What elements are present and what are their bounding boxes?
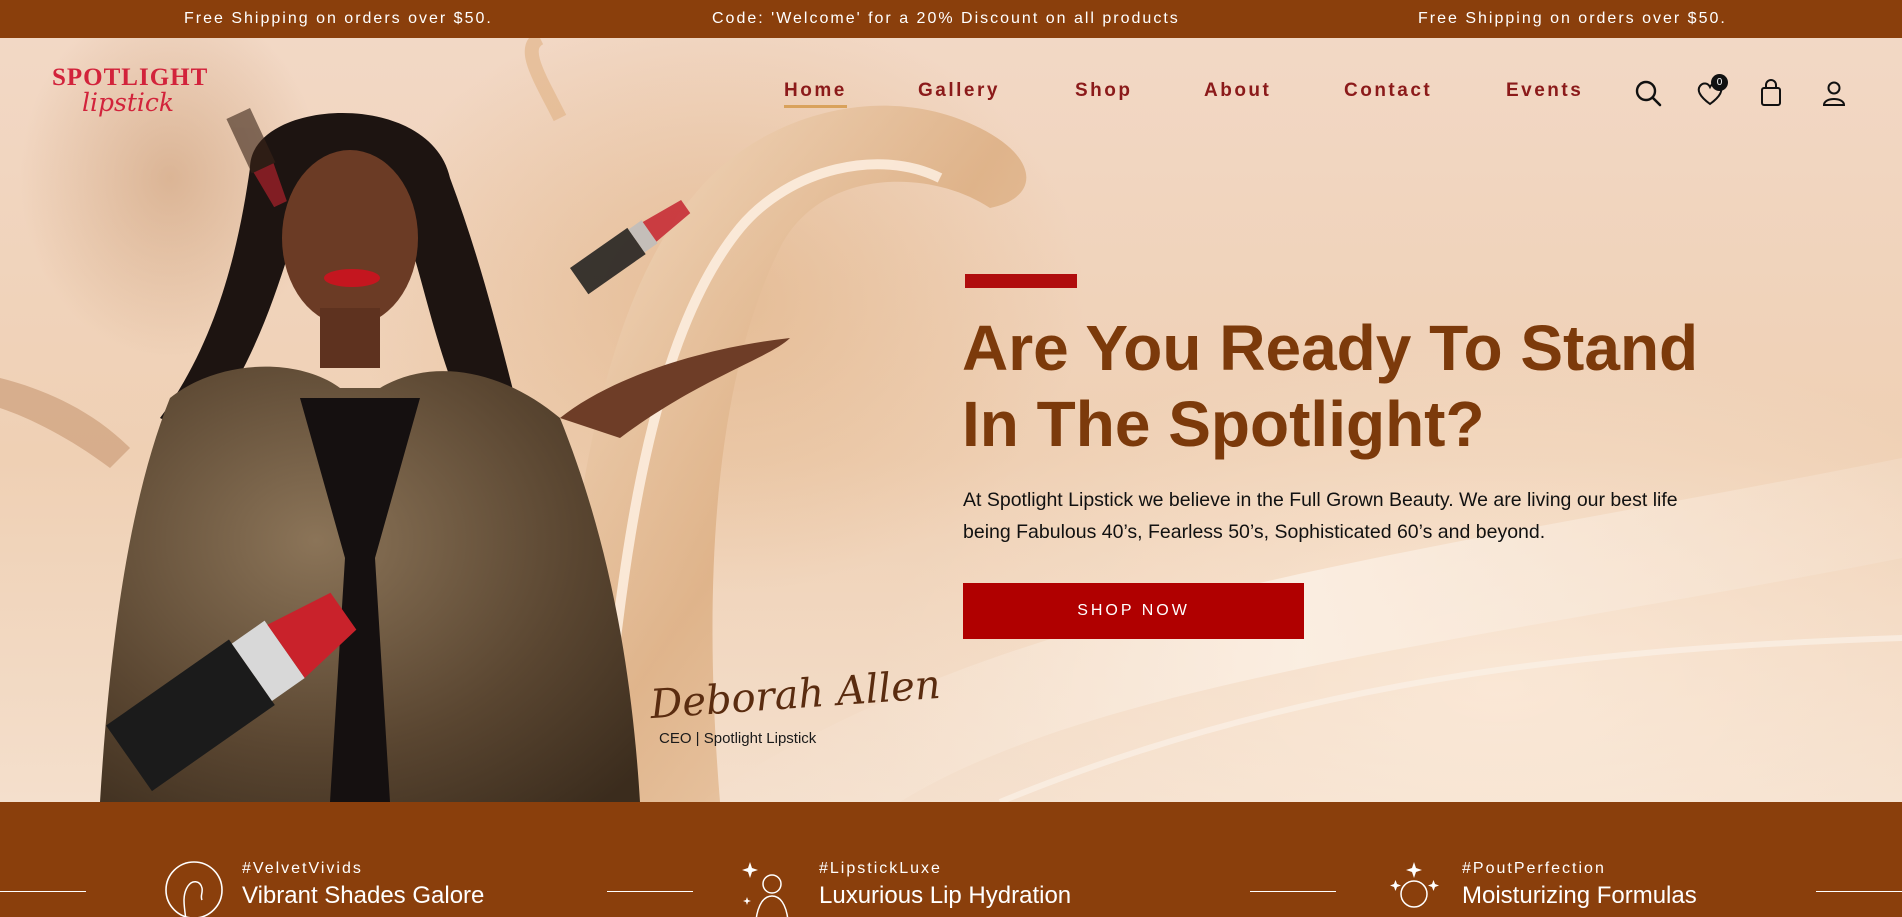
nav-item-shop[interactable]: Shop <box>1075 80 1133 102</box>
feature-tag: #PoutPerfection <box>1462 860 1606 877</box>
divider-line <box>607 891 693 892</box>
hero-description: At Spotlight Lipstick we believe in the … <box>963 484 1783 548</box>
hero-headline: Are You Ready To Stand In The Spotlight? <box>962 310 1782 462</box>
announcement-bar: Free Shipping on orders over $50. Code: … <box>0 0 1902 38</box>
face-glow-icon <box>1390 862 1439 908</box>
feature-tag: #LipstickLuxe <box>819 860 942 877</box>
headline-accent-bar <box>965 274 1077 288</box>
nav-active-underline <box>784 105 847 108</box>
wishlist-button[interactable]: 0 <box>1695 74 1728 108</box>
feature-tag: #VelvetVivids <box>242 860 363 877</box>
feature-title: Luxurious Lip Hydration <box>819 882 1072 909</box>
nav-item-home[interactable]: Home <box>784 80 847 102</box>
feature-title: Vibrant Shades Galore <box>242 882 485 909</box>
hero-headline-line1: Are You Ready To Stand <box>962 312 1699 384</box>
divider-line <box>1250 891 1336 892</box>
search-icon[interactable] <box>1633 78 1663 108</box>
nav-item-gallery[interactable]: Gallery <box>918 80 1000 102</box>
woman-profile-icon <box>165 861 223 917</box>
shopping-bag-icon[interactable] <box>1756 78 1786 108</box>
user-icon[interactable] <box>1819 78 1849 108</box>
hero-section: SPOTLIGHT lipstick Home Gallery Shop Abo… <box>0 38 1902 802</box>
nav-item-contact[interactable]: Contact <box>1344 80 1432 102</box>
sparkle-woman-icon <box>742 862 789 917</box>
nav-item-events[interactable]: Events <box>1506 80 1583 102</box>
hero-description-line1: At Spotlight Lipstick we believe in the … <box>963 489 1678 511</box>
shop-now-button[interactable]: SHOP NOW <box>963 583 1304 639</box>
announcement-discount-code: Code: 'Welcome' for a 20% Discount on al… <box>712 10 1180 27</box>
wishlist-count-badge: 0 <box>1711 74 1728 91</box>
nav-item-about[interactable]: About <box>1204 80 1271 102</box>
feature-title: Moisturizing Formulas <box>1462 882 1697 909</box>
announcement-shipping-repeat: Free Shipping on orders over $50. <box>1418 10 1727 27</box>
divider-line <box>1816 891 1902 892</box>
hero-description-line2: being Fabulous 40’s, Fearless 50’s, Soph… <box>963 521 1546 543</box>
announcement-shipping: Free Shipping on orders over $50. <box>184 10 493 27</box>
divider-line <box>0 891 86 892</box>
hero-headline-line2: In The Spotlight? <box>962 388 1485 460</box>
logo-wordmark-script: lipstick <box>82 88 175 117</box>
brand-logo[interactable]: SPOTLIGHT lipstick <box>50 64 210 120</box>
ceo-title: CEO | Spotlight Lipstick <box>659 730 817 747</box>
features-band: #VelvetVivids Vibrant Shades Galore #Lip… <box>0 802 1902 917</box>
